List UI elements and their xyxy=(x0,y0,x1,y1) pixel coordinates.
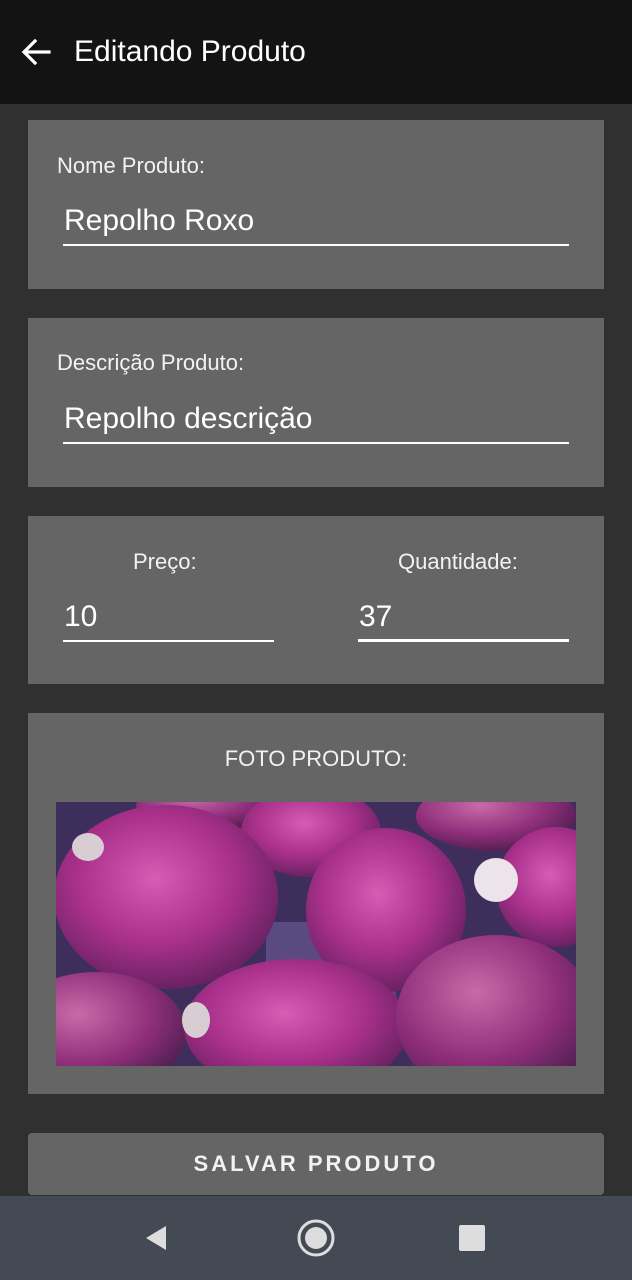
price-label: Preço: xyxy=(133,549,197,574)
product-description-input[interactable]: Repolho descrição xyxy=(64,400,312,438)
product-photo-card: FOTO PRODUTO: xyxy=(28,713,604,1094)
system-nav-bar xyxy=(0,1196,632,1280)
product-description-underline xyxy=(63,442,569,444)
nav-home-button[interactable] xyxy=(294,1216,338,1260)
red-cabbage-image xyxy=(56,802,576,1066)
price-input[interactable]: 10 xyxy=(64,598,97,636)
arrow-left-icon xyxy=(21,38,51,66)
nav-recents-button[interactable] xyxy=(450,1216,494,1260)
back-triangle-icon xyxy=(146,1226,166,1250)
nav-back-button[interactable] xyxy=(134,1216,178,1260)
product-description-card: Descrição Produto: Repolho descrição xyxy=(28,318,604,487)
price-underline xyxy=(63,640,274,642)
product-name-label: Nome Produto: xyxy=(57,153,205,178)
app-bar: Editando Produto xyxy=(0,0,632,104)
product-description-label: Descrição Produto: xyxy=(57,350,245,375)
price-quantity-card: Preço: 10 Quantidade: 37 xyxy=(28,516,604,684)
product-photo-label: FOTO PRODUTO: xyxy=(224,746,408,771)
save-product-button[interactable]: SALVAR PRODUTO xyxy=(28,1133,604,1195)
product-name-card: Nome Produto: Repolho Roxo xyxy=(28,120,604,289)
quantity-input[interactable]: 37 xyxy=(359,598,392,636)
quantity-label: Quantidade: xyxy=(398,549,518,574)
page-title: Editando Produto xyxy=(74,35,306,68)
product-photo[interactable] xyxy=(56,802,576,1066)
back-button[interactable] xyxy=(14,30,58,74)
home-circle-icon xyxy=(297,1219,335,1257)
product-name-underline xyxy=(63,244,569,246)
quantity-underline xyxy=(358,639,569,642)
save-product-label: SALVAR PRODUTO xyxy=(193,1151,439,1176)
recents-square-icon xyxy=(459,1225,485,1251)
product-name-input[interactable]: Repolho Roxo xyxy=(64,202,254,240)
